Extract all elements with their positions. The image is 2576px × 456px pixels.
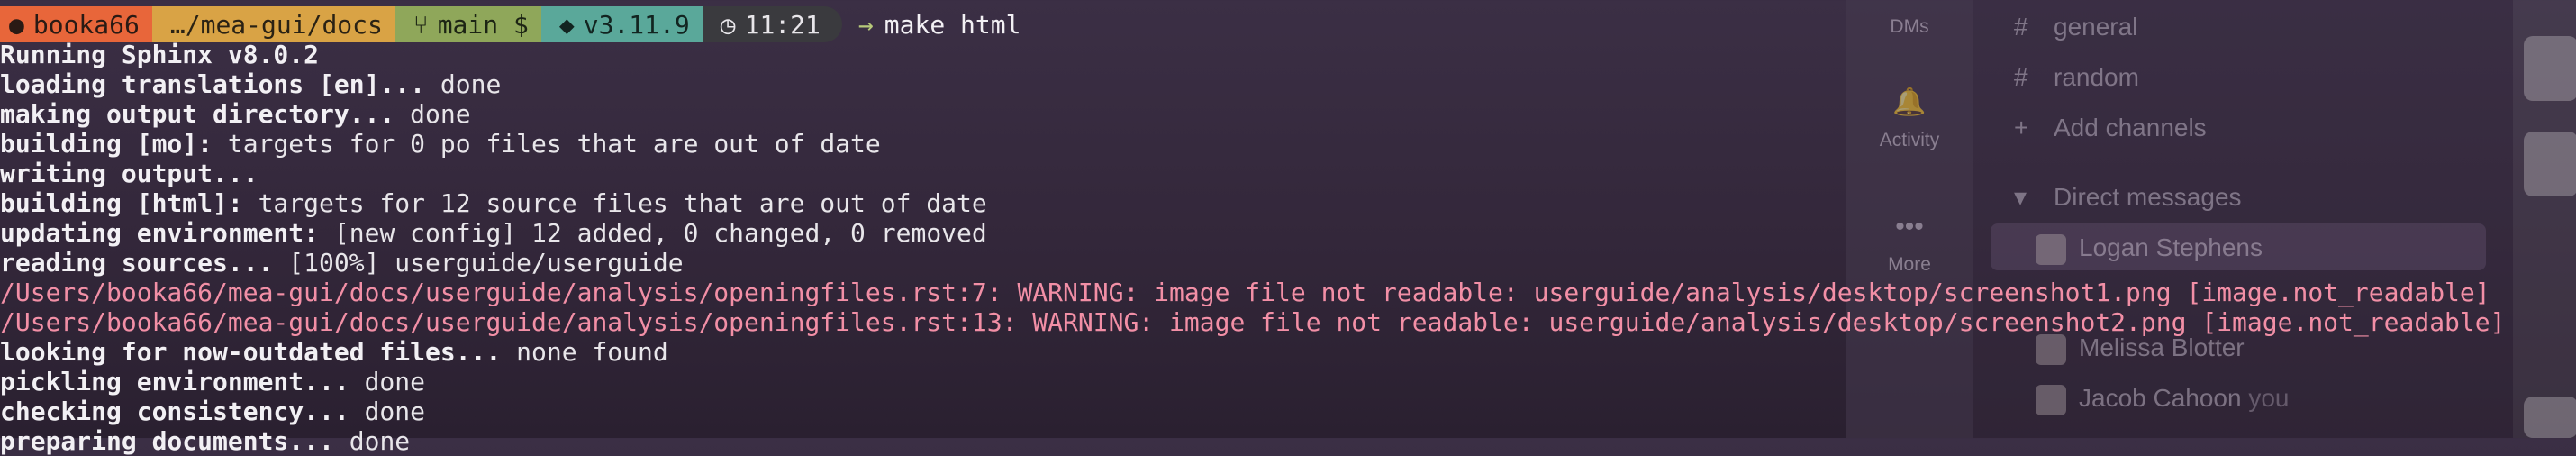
output-line-label: checking consistency... — [0, 397, 365, 426]
prompt-time-segment: ◷ 11:21 — [702, 6, 842, 42]
output-line-value: [100%] userguide/userguide — [288, 248, 684, 278]
prompt-path: …/mea-gui/docs — [169, 9, 383, 40]
prompt-path-segment: …/mea-gui/docs — [151, 6, 395, 42]
output-line: checking consistency... done — [0, 397, 2505, 426]
prompt-python-segment: ◆ v3.11.9 — [540, 6, 703, 42]
output-line-value: none found — [516, 337, 668, 367]
output-line: building [html]: targets for 12 source f… — [0, 188, 2505, 218]
output-line: loading translations [en]... done — [0, 69, 2505, 99]
output-line-value: done — [364, 397, 426, 426]
output-line: building [mo]: targets for 0 po files th… — [0, 129, 2505, 159]
output-line: reading sources... [100%] userguide/user… — [0, 248, 2505, 278]
prompt-user-segment: ● booka66 — [0, 6, 152, 42]
python-icon: ◆ — [558, 9, 575, 40]
output-line-value: targets for 0 po files that are out of d… — [227, 129, 881, 159]
output-line-value: done — [410, 99, 471, 129]
output-line: looking for now-outdated files... none f… — [0, 337, 2505, 367]
terminal[interactable]: ● booka66 …/mea-gui/docs ⑂ main $ ◆ v3.1… — [0, 0, 2576, 456]
clock-icon: ◷ — [720, 9, 736, 40]
prompt-time: 11:21 — [744, 9, 821, 40]
warning-line: /Users/booka66/mea-gui/docs/userguide/an… — [0, 307, 2505, 337]
output-line-value: done — [364, 367, 426, 397]
output-line-value: done — [349, 426, 411, 456]
git-branch-icon: ⑂ — [413, 9, 429, 40]
output-line-label: preparing documents... — [0, 426, 349, 456]
warning-line: /Users/booka66/mea-gui/docs/userguide/an… — [0, 278, 2505, 307]
output-line-label: updating environment: — [0, 218, 334, 248]
output-line-label: reading sources... — [0, 248, 289, 278]
apple-icon: ● — [9, 9, 24, 40]
terminal-output: Running Sphinx v8.0.2 loading translation… — [0, 40, 2505, 456]
output-line-label: Running Sphinx v8.0.2 — [0, 40, 320, 69]
output-line-value: done — [440, 69, 502, 99]
output-line-label: making output directory... — [0, 99, 411, 129]
warning-text: /Users/booka66/mea-gui/docs/userguide/an… — [0, 278, 2490, 307]
output-line-label: pickling environment... — [0, 367, 365, 397]
output-line-label: building [html]: — [0, 188, 259, 218]
command-text: make html — [884, 9, 1021, 40]
prompt-user: booka66 — [32, 9, 140, 40]
prompt-git-segment: ⑂ main $ — [395, 6, 541, 42]
output-line-value: [new config] 12 added, 0 changed, 0 remo… — [333, 218, 987, 248]
prompt-python-version: v3.11.9 — [583, 9, 690, 40]
output-line: Running Sphinx v8.0.2 — [0, 40, 2505, 69]
prompt-git-branch: main $ — [437, 9, 529, 40]
output-line: preparing documents... done — [0, 426, 2505, 456]
output-line-label: loading translations [en]... — [0, 69, 440, 99]
output-line: pickling environment... done — [0, 367, 2505, 397]
warning-text: /Users/booka66/mea-gui/docs/userguide/an… — [0, 307, 2506, 337]
output-line-value: targets for 12 source files that are out… — [258, 188, 987, 218]
prompt-arrow-icon: → — [857, 9, 874, 40]
output-line: updating environment: [new config] 12 ad… — [0, 218, 2505, 248]
output-line: writing output... — [0, 159, 2505, 188]
output-line-label: looking for now-outdated files... — [0, 337, 517, 367]
output-line: making output directory... done — [0, 99, 2505, 129]
output-line-label: writing output... — [0, 159, 259, 188]
output-line-label: building [mo]: — [0, 129, 228, 159]
